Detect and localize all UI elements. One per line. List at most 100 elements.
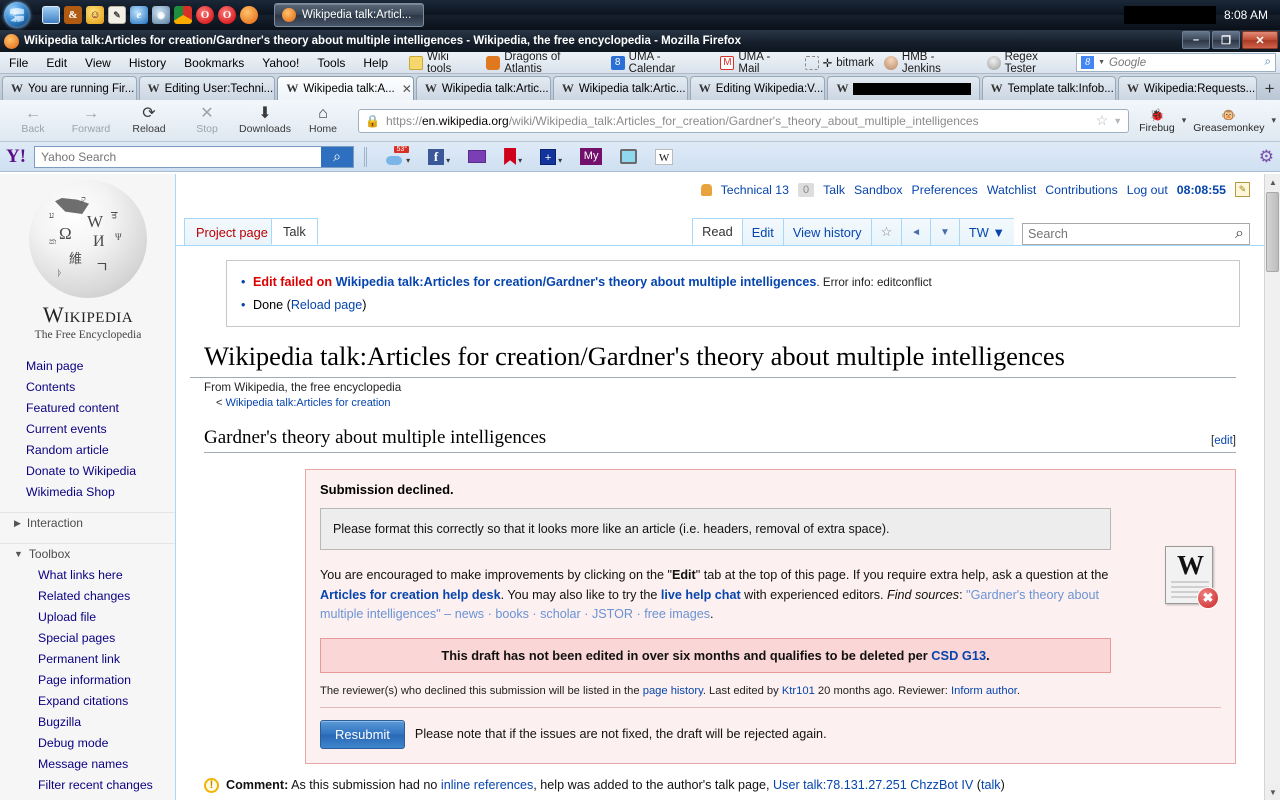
notepad-icon[interactable]: ✎: [108, 6, 126, 24]
personal-link-sandbox[interactable]: Sandbox: [854, 183, 903, 197]
chevron-down-icon[interactable]: ▾: [558, 156, 562, 165]
page-history-link[interactable]: page history: [643, 685, 703, 697]
live-help-chat-link[interactable]: live help chat: [661, 588, 741, 602]
browser-tab[interactable]: W You are running Fir...: [2, 76, 137, 100]
chevron-down-icon[interactable]: ▾: [1182, 115, 1187, 126]
personal-link-talk[interactable]: Talk: [823, 183, 845, 197]
tab-talk[interactable]: Talk: [271, 218, 318, 245]
sidebar-item-permanent-link[interactable]: Permanent link: [0, 648, 175, 669]
gear-icon[interactable]: ⚙: [1259, 147, 1274, 167]
minimize-button[interactable]: –: [1182, 31, 1210, 49]
scroll-up-arrow[interactable]: ▲: [1265, 174, 1280, 190]
downloads-button[interactable]: ⬇ Downloads: [236, 106, 294, 136]
help-desk-link[interactable]: Articles for creation help desk: [320, 588, 501, 602]
breadcrumb-link[interactable]: Wikipedia talk:Articles for creation: [225, 397, 390, 409]
bookmark-wiki-tools[interactable]: Wiki tools: [405, 51, 480, 75]
sidebar-item-special-pages[interactable]: Special pages: [0, 627, 175, 648]
stop-button[interactable]: ✕ Stop: [178, 106, 236, 136]
sidebar-item-filter-recent-changes[interactable]: Filter recent changes: [0, 774, 175, 795]
wiki-clock[interactable]: 08:08:55: [1177, 183, 1226, 197]
wiki-search-box[interactable]: ⌕: [1022, 223, 1250, 245]
safari-icon[interactable]: ◉: [152, 6, 170, 24]
chevron-down-icon[interactable]: ▼: [14, 549, 23, 559]
page-scrollbar[interactable]: ▲ ▼: [1264, 174, 1280, 800]
menu-edit[interactable]: Edit: [37, 56, 76, 70]
menu-view[interactable]: View: [76, 56, 120, 70]
sidebar-item-current-events[interactable]: Current events: [0, 418, 175, 439]
bookmark-uma-calendar[interactable]: 8 UMA - Calendar: [607, 51, 715, 75]
bookmark-regex-tester[interactable]: Regex Tester: [983, 51, 1076, 75]
back-button[interactable]: ← Back: [4, 106, 62, 136]
personal-link-preferences[interactable]: Preferences: [912, 183, 978, 197]
forward-button[interactable]: → Forward: [62, 106, 120, 136]
sidebar-item-message-names[interactable]: Message names: [0, 753, 175, 774]
sidebar-item-label[interactable]: Special pages: [38, 631, 115, 645]
amp-icon[interactable]: &: [64, 6, 82, 24]
more-dropdown-icon[interactable]: ▼: [929, 218, 959, 245]
tab-read[interactable]: Read: [692, 218, 742, 245]
opera-icon[interactable]: O: [196, 6, 214, 24]
sidebar-item-debug-mode[interactable]: Debug mode: [0, 732, 175, 753]
chevron-down-icon[interactable]: ▾: [518, 156, 522, 165]
internet-explorer-icon[interactable]: e: [130, 6, 148, 24]
chevron-down-icon[interactable]: ▼: [1098, 59, 1105, 66]
section-edit-link[interactable]: [edit]: [1211, 435, 1236, 447]
source-link-jstor[interactable]: JSTOR: [592, 607, 633, 621]
sidebar-item-label[interactable]: Donate to Wikipedia: [26, 464, 136, 478]
my-yahoo-icon[interactable]: My: [580, 148, 603, 165]
sidebar-item-main-page[interactable]: Main page: [0, 355, 175, 376]
tab-label[interactable]: Edit: [752, 225, 774, 240]
source-link-scholar[interactable]: scholar: [540, 607, 581, 621]
sidebar-item-label[interactable]: Bugzilla: [38, 715, 81, 729]
close-button[interactable]: ✕: [1242, 31, 1278, 49]
sidebar-item-expand-citations[interactable]: Expand citations: [0, 690, 175, 711]
chevron-down-icon[interactable]: ▾: [406, 156, 410, 165]
firebug-button[interactable]: 🐞 Firebug: [1135, 108, 1179, 134]
sidebar-item-label[interactable]: Expand citations: [38, 694, 128, 708]
sidebar-item-label[interactable]: Filter recent changes: [38, 778, 153, 792]
sidebar-item-page-information[interactable]: Page information: [0, 669, 175, 690]
wiki-search-input[interactable]: [1028, 227, 1236, 241]
yahoo-logo-icon[interactable]: Y!: [6, 146, 26, 168]
smiley-icon[interactable]: ☺: [86, 6, 104, 24]
bookmark-uma-mail[interactable]: M UMA - Mail: [716, 51, 798, 75]
sidebar-item-wikimedia-shop[interactable]: Wikimedia Shop: [0, 481, 175, 502]
source-link-free-images[interactable]: free images: [644, 607, 710, 621]
sidebar-item-label[interactable]: What links here: [38, 568, 123, 582]
watch-star-icon[interactable]: ☆: [870, 218, 902, 245]
new-tab-button[interactable]: +: [1259, 78, 1280, 100]
reload-button[interactable]: ⟳ Reload: [120, 106, 178, 136]
browser-tab-redacted[interactable]: W: [827, 76, 980, 100]
sidebar-item-all-recent-changes[interactable]: All recent changes: [0, 795, 175, 800]
firefox-icon[interactable]: [240, 6, 258, 24]
chevron-down-icon[interactable]: ▾: [1271, 115, 1276, 126]
yahoo-search-box[interactable]: ⌕: [34, 145, 355, 168]
screen-icon[interactable]: [620, 149, 638, 164]
sidebar-item-upload-file[interactable]: Upload file: [0, 606, 175, 627]
menu-history[interactable]: History: [120, 56, 175, 70]
yahoo-search-input[interactable]: [35, 146, 322, 167]
sidebar-item-random-article[interactable]: Random article: [0, 439, 175, 460]
browser-tab[interactable]: W Wikipedia:Requests...: [1118, 76, 1258, 100]
browser-tab[interactable]: W Template talk:Infob...: [981, 76, 1117, 100]
user-talk-link[interactable]: User talk:78.131.27.251 ChzzBot IV: [773, 778, 973, 792]
prev-arrow-icon[interactable]: ◄: [901, 218, 930, 245]
sidebar-item-label[interactable]: Debug mode: [38, 736, 108, 750]
weather-icon[interactable]: 53° ▾: [386, 145, 410, 165]
sidebar-item-label[interactable]: Wikimedia Shop: [26, 485, 115, 499]
facebook-icon[interactable]: f ▾: [428, 148, 450, 165]
menu-bookmarks[interactable]: Bookmarks: [175, 56, 253, 70]
bookmark-hmb-jenkins[interactable]: HMB - Jenkins: [880, 51, 981, 75]
sidebar-item-label[interactable]: Upload file: [38, 610, 96, 624]
browser-tab-active[interactable]: W Wikipedia talk:A... ✕: [277, 76, 414, 100]
wikipedia-w-icon[interactable]: W: [655, 148, 674, 165]
opera-icon-2[interactable]: O: [218, 6, 236, 24]
sidebar-item-what-links-here[interactable]: What links here: [0, 564, 175, 585]
sidebar-item-label[interactable]: Message names: [38, 757, 128, 771]
reload-page-link[interactable]: Reload page: [291, 298, 362, 312]
scrollbar-thumb[interactable]: [1266, 192, 1279, 272]
sidebar-group-header-toolbox[interactable]: ▼ Toolbox: [0, 543, 175, 564]
chevron-right-icon[interactable]: ▶: [14, 518, 21, 529]
csd-g13-link[interactable]: CSD G13: [931, 648, 986, 663]
notice-page-link[interactable]: Wikipedia talk:Articles for creation/Gar…: [336, 275, 817, 289]
